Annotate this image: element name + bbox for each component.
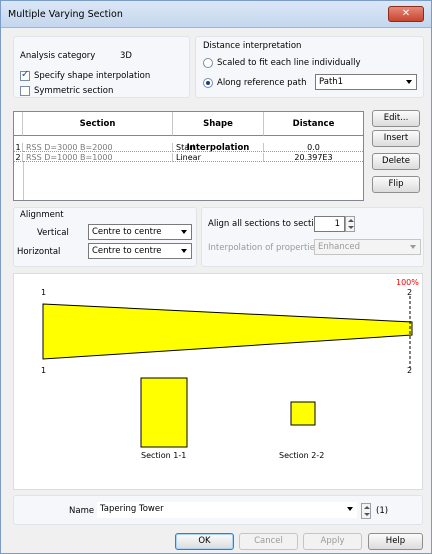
- shape-interpolation-checkbox[interactable]: [20, 69, 30, 81]
- dialog-window: Multiple Varying Section ✕ Analysis cate…: [0, 0, 432, 554]
- align-section-input[interactable]: 1: [314, 216, 345, 232]
- flip-button[interactable]: Flip: [372, 176, 420, 193]
- name-panel: Name Tapering Tower (1): [13, 495, 423, 525]
- align-section-value: 1: [334, 219, 340, 229]
- section-2-label: Section 2-2: [279, 451, 325, 460]
- chevron-down-icon: [410, 245, 416, 249]
- align-all-label: Align all sections to section: [208, 219, 325, 229]
- vertical-alignment-value: Centre to centre: [92, 227, 162, 237]
- reference-path-select[interactable]: Path1: [315, 74, 417, 90]
- align-options-panel: Align all sections to section 1 Interpol…: [201, 207, 424, 267]
- name-input[interactable]: Tapering Tower: [97, 502, 357, 518]
- analysis-panel: Analysis category 3D Specify shape inter…: [13, 36, 190, 98]
- interpolation-column-header: Shape Interpolation: [173, 112, 264, 153]
- horizontal-label: Horizontal: [17, 247, 61, 257]
- dialog-client: Analysis category 3D Specify shape inter…: [2, 29, 430, 553]
- delete-button[interactable]: Delete: [372, 153, 420, 170]
- horizontal-alignment-select[interactable]: Centre to centre: [88, 243, 192, 259]
- table-cell-distance[interactable]: 0.0: [264, 143, 363, 152]
- chevron-down-icon: [181, 230, 187, 234]
- section-2-shape: [290, 401, 316, 426]
- help-button[interactable]: Help: [368, 533, 423, 550]
- align-section-spinner[interactable]: [345, 216, 355, 232]
- shape-interpolation-label: Specify shape interpolation: [34, 71, 151, 81]
- interpolation-properties-label: Interpolation of properties: [208, 243, 320, 253]
- row-number-header: [14, 112, 23, 136]
- apply-button[interactable]: Apply: [303, 533, 362, 550]
- section-1-shape: [140, 377, 188, 448]
- alignment-label: Alignment: [20, 210, 64, 220]
- row-number: 1: [14, 143, 23, 152]
- insert-button[interactable]: Insert: [372, 130, 420, 147]
- node-label-top-left: 1: [41, 288, 47, 297]
- tapered-member-shape: [42, 303, 413, 360]
- scaled-radio[interactable]: [203, 58, 213, 68]
- table-cell-interpolation[interactable]: Linear: [173, 153, 264, 162]
- title-bar: Multiple Varying Section ✕: [1, 1, 431, 28]
- section-preview: 100% 1 2 1 2 Section 1-1 Section 2-2: [13, 273, 423, 490]
- table-cell-section[interactable]: RSS D=1000 B=1000: [23, 153, 173, 162]
- edit-button[interactable]: Edit...: [372, 110, 420, 127]
- table-cell-interpolation[interactable]: Start: [173, 143, 264, 152]
- column-divider: [23, 162, 24, 200]
- close-icon: ✕: [401, 8, 411, 19]
- horizontal-alignment-value: Centre to centre: [92, 246, 162, 256]
- distance-interpretation-label: Distance interpretation: [203, 41, 302, 51]
- scaled-radio-label: Scaled to fit each line individually: [217, 58, 361, 68]
- interpolation-properties-select[interactable]: Enhanced: [314, 239, 421, 255]
- symmetric-section-checkbox[interactable]: [20, 86, 30, 96]
- node-label-top-right: 2: [407, 288, 413, 297]
- name-spinner[interactable]: [361, 503, 371, 519]
- section-1-label: Section 1-1: [141, 451, 187, 460]
- node-label-bottom-left: 1: [41, 366, 47, 375]
- distance-column-header: Distance: [264, 112, 363, 136]
- table-cell-distance[interactable]: 20.397E3: [264, 153, 363, 162]
- row-number: 2: [14, 153, 23, 162]
- chevron-down-icon: [347, 507, 353, 511]
- node-label-bottom-right: 2: [407, 366, 413, 375]
- scale-percent-label: 100%: [396, 278, 419, 287]
- name-label: Name: [69, 506, 95, 516]
- vertical-alignment-select[interactable]: Centre to centre: [88, 224, 192, 240]
- close-button[interactable]: ✕: [388, 6, 424, 22]
- window-title: Multiple Varying Section: [8, 9, 123, 20]
- name-value: Tapering Tower: [100, 504, 164, 514]
- alignment-panel: Alignment Vertical Centre to centre Hori…: [13, 207, 197, 267]
- cancel-button[interactable]: Cancel: [239, 533, 298, 550]
- distance-interpretation-panel: Distance interpretation Scaled to fit ea…: [195, 36, 424, 98]
- name-counter: (1): [376, 506, 389, 516]
- analysis-category-value: 3D: [120, 51, 132, 61]
- chevron-down-icon: [406, 80, 412, 84]
- reference-path-value: Path1: [319, 77, 344, 87]
- preview-drawing: [42, 296, 413, 448]
- along-path-radio-label: Along reference path: [217, 78, 307, 88]
- table-cell-section[interactable]: RSS D=3000 B=2000: [23, 143, 173, 152]
- vertical-label: Vertical: [37, 228, 69, 238]
- symmetric-section-label: Symmetric section: [34, 86, 114, 96]
- chevron-down-icon: [181, 249, 187, 253]
- along-path-radio[interactable]: [203, 78, 213, 88]
- analysis-category-label: Analysis category: [20, 51, 96, 61]
- interpolation-properties-value: Enhanced: [318, 242, 361, 252]
- ok-button[interactable]: OK: [175, 533, 234, 550]
- sections-table: Section Shape Interpolation Distance 1 R…: [13, 111, 364, 201]
- section-column-header: Section: [23, 112, 173, 136]
